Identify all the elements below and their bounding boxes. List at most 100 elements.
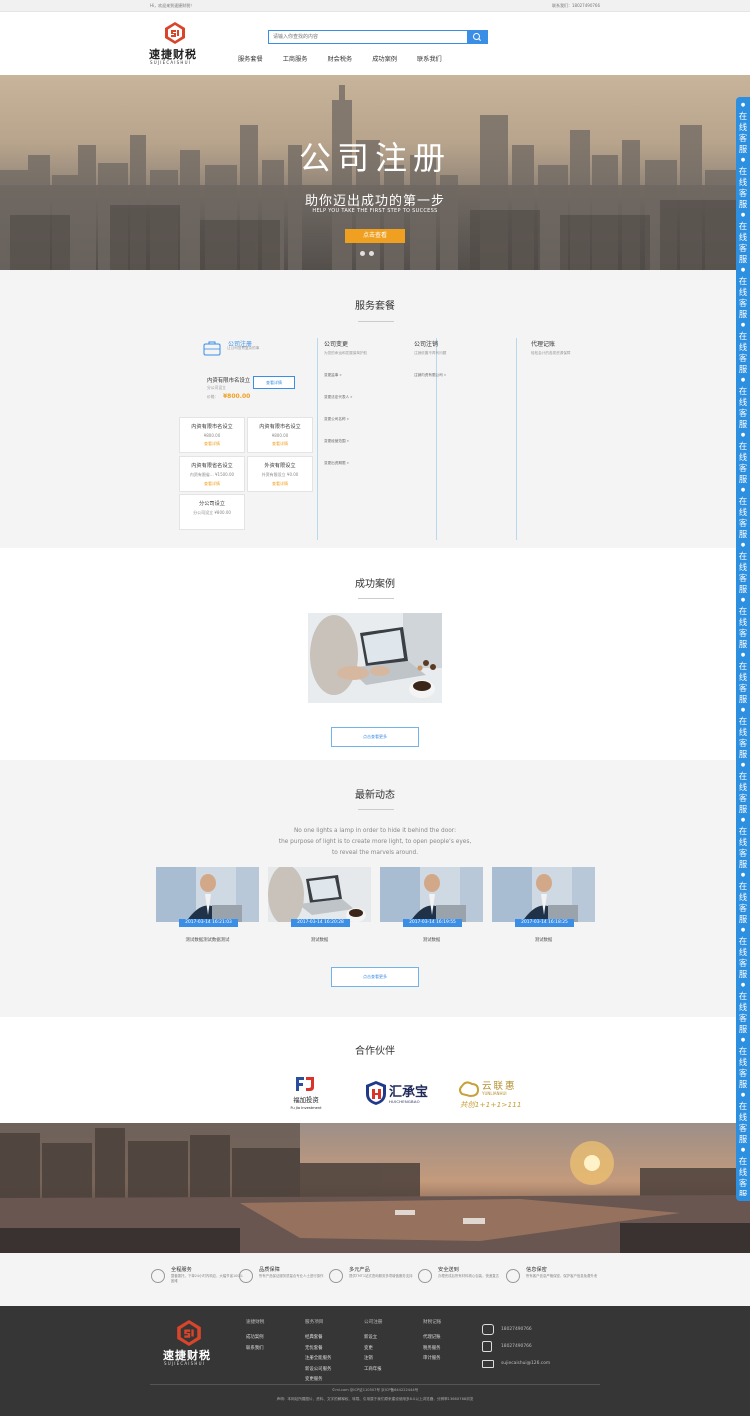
package-detail-link[interactable]: 查看详情: [248, 441, 312, 447]
site-logo[interactable]: 速捷财税 SUJIECAISHUI: [148, 22, 204, 72]
user-icon: [151, 1269, 165, 1283]
footer-link[interactable]: 注销: [364, 1355, 382, 1361]
news-image[interactable]: [268, 867, 371, 922]
news-card[interactable]: 2017-03-14 16:19:55 测试数据: [380, 867, 483, 957]
services-title: 服务套餐: [355, 301, 395, 312]
nav-contact[interactable]: 联系我们: [417, 54, 442, 64]
footer-link[interactable]: 变更: [364, 1345, 382, 1351]
footer-col: 财税记账 代理记账 税务服务 审计服务: [423, 1319, 441, 1366]
section-divider: [358, 809, 394, 810]
news-caption[interactable]: 测试数据: [492, 937, 595, 943]
laptop-photo: [308, 613, 442, 703]
news-image[interactable]: [156, 867, 259, 922]
nav-cases[interactable]: 成功案例: [372, 54, 397, 64]
footer-link[interactable]: 注册全能服务: [305, 1355, 331, 1361]
feature-desc: 办理完成后所有材料精心包装，快递直达: [438, 1274, 500, 1278]
feature-title: 信息保密: [526, 1267, 547, 1273]
contact-phone[interactable]: 联系我们：18027490766: [552, 3, 600, 9]
search-input[interactable]: [269, 31, 467, 43]
news-caption[interactable]: 测试数据: [268, 937, 371, 943]
footer-link[interactable]: 成功案例: [246, 1334, 264, 1340]
feature-desc: 所有客户信息严格保密，保护客户信息免遭外泄: [526, 1274, 598, 1278]
footer-link[interactable]: 工商年报: [364, 1366, 382, 1372]
footer-logo-subtext: SUJIECAISHUI: [164, 1361, 206, 1366]
shield-icon: [239, 1269, 253, 1283]
package-card[interactable]: 内资有限市名设立 ¥800.00 查看详情: [179, 417, 245, 453]
search-box: [268, 30, 488, 44]
news-card[interactable]: 2017-03-14 16:21:03 测试数据测试数据测试: [156, 867, 259, 957]
news-image[interactable]: [492, 867, 595, 922]
businessman-photo: [156, 867, 259, 922]
news-more-button[interactable]: 点击查看更多: [331, 967, 419, 987]
nav-business[interactable]: 工商服务: [283, 54, 308, 64]
package-price: 外资有限设立 ¥0.00: [261, 472, 299, 477]
news-caption[interactable]: 测试数据测试数据测试: [156, 937, 259, 943]
news-title: 最新动态: [355, 790, 395, 801]
yunlianhui-logo-icon: [459, 1081, 480, 1098]
package-price: ¥800.00: [271, 433, 289, 438]
banner-dot[interactable]: [360, 251, 365, 256]
package-price: 分公司设立 ¥800.00: [193, 510, 231, 515]
package-card[interactable]: 内资有限市名设立 ¥800.00 查看详情: [247, 417, 313, 453]
service-col-register: 公司注册 让公司没有复杂的事 内资有限市名设立 分公司设立 价格： ¥800.0…: [179, 338, 318, 540]
footer-link[interactable]: 税务服务: [423, 1345, 441, 1351]
briefcase-icon: [203, 341, 221, 356]
footer-logo[interactable]: 速捷财税 SUJIECAISHUI: [162, 1320, 218, 1368]
logo-mark-icon: [177, 1320, 201, 1346]
partner-fujia[interactable]: 福加投资 Fu Jia Investment: [282, 1075, 330, 1117]
featured-detail-button[interactable]: 查看详情: [253, 376, 295, 389]
banner-view-button[interactable]: 点击查看: [345, 229, 405, 243]
service-col-title[interactable]: 公司注销: [414, 339, 516, 348]
partner-name-en: YUNLIANHUI: [482, 1091, 507, 1096]
section-divider: [358, 598, 394, 599]
package-detail-link[interactable]: 查看详情: [180, 481, 244, 487]
cases-title: 成功案例: [355, 579, 395, 590]
search-button[interactable]: [467, 31, 487, 43]
feature-title: 全程服务: [171, 1267, 192, 1273]
partner-name-en: HUICHENGBAO: [389, 1099, 420, 1104]
news-caption[interactable]: 测试数据: [380, 937, 483, 943]
footer-email[interactable]: sujiecaishui@126.com: [501, 1361, 550, 1366]
footer-col: 速捷财税 成功案例 联系我们: [246, 1319, 264, 1355]
online-service-sidebar[interactable]: ● 在线客服 ● 在线客服 ● 在线客服 ● 在线客服 ● 在线客服 ● 在线客服 ● 在线客服 ● 在线客服…: [736, 97, 750, 1201]
footer-link[interactable]: 代理记账: [423, 1334, 441, 1340]
package-card[interactable]: 分公司设立 分公司设立 ¥800.00: [179, 494, 245, 530]
package-price: ¥800.00: [203, 433, 221, 438]
footer-link[interactable]: 新设立: [364, 1334, 382, 1340]
package-detail-link[interactable]: 查看详情: [248, 481, 312, 487]
nav-services[interactable]: 服务套餐: [238, 54, 263, 64]
footer-link[interactable]: 变更服务: [305, 1376, 331, 1382]
footer-link[interactable]: 审计服务: [423, 1355, 441, 1361]
banner-dot[interactable]: [369, 251, 374, 256]
package-card[interactable]: 外资有限设立 外资有限设立 ¥0.00 查看详情: [247, 456, 313, 492]
logo-mark-icon: [165, 22, 185, 44]
cases-more-button[interactable]: 点击查看更多: [331, 727, 419, 747]
feature-item: 多元产品 提供TMT1站式咨询服务多项增值服务支持: [329, 1266, 419, 1296]
search-icon: [473, 33, 481, 41]
service-col-title[interactable]: 代理记账: [531, 339, 601, 348]
footer-link[interactable]: 联系我们: [246, 1345, 264, 1351]
service-col-accounting: 代理记账 轻松会计的各类资源保障: [531, 338, 601, 540]
package-detail-link[interactable]: 查看详情: [180, 441, 244, 447]
nav-tax[interactable]: 财会税务: [328, 54, 353, 64]
footer-col: 公司注册 新设立 变更 注销 工商年报: [364, 1319, 382, 1376]
businessman-photo: [380, 867, 483, 922]
service-link[interactable]: 注销内资有限公司 »: [414, 373, 516, 378]
package-card[interactable]: 内资有限省名设立 内资有限省... ¥1500.00 查看详情: [179, 456, 245, 492]
package-name: 外资有限设立: [264, 463, 296, 469]
hero-banner: 公司注册 助你迈出成功的第一步 HELP YOU TAKE THE FIRST …: [0, 75, 750, 270]
footer-link[interactable]: 新设公司服务: [305, 1366, 331, 1372]
footer-mobile: 18027490766: [501, 1344, 532, 1349]
partner-yunlianhui[interactable]: 云联惠 YUNLIANHUI 共创1+1+1>111: [458, 1078, 542, 1114]
logo-subtext: SUJIECAISHUI: [150, 60, 192, 65]
partner-huichengbao[interactable]: 汇承宝 HUICHENGBAO: [365, 1080, 431, 1110]
online-service-label[interactable]: ● 在线客服 ● 在线客服 ● 在线客服 ● 在线客服 ● 在线客服 ● 在线客服 ● 在线客服 ● 在线客服…: [736, 100, 750, 1196]
case-image[interactable]: [308, 613, 442, 703]
news-card[interactable]: 2017-03-14 16:18:25 测试数据: [492, 867, 595, 957]
banner-pager: [360, 251, 374, 256]
footer-link[interactable]: 无忧套餐: [305, 1345, 331, 1351]
news-image[interactable]: [380, 867, 483, 922]
footer-link[interactable]: 经典套餐: [305, 1334, 331, 1340]
truck-icon: [418, 1269, 432, 1283]
news-card[interactable]: 2017-03-14 16:20:28 测试数据: [268, 867, 371, 957]
